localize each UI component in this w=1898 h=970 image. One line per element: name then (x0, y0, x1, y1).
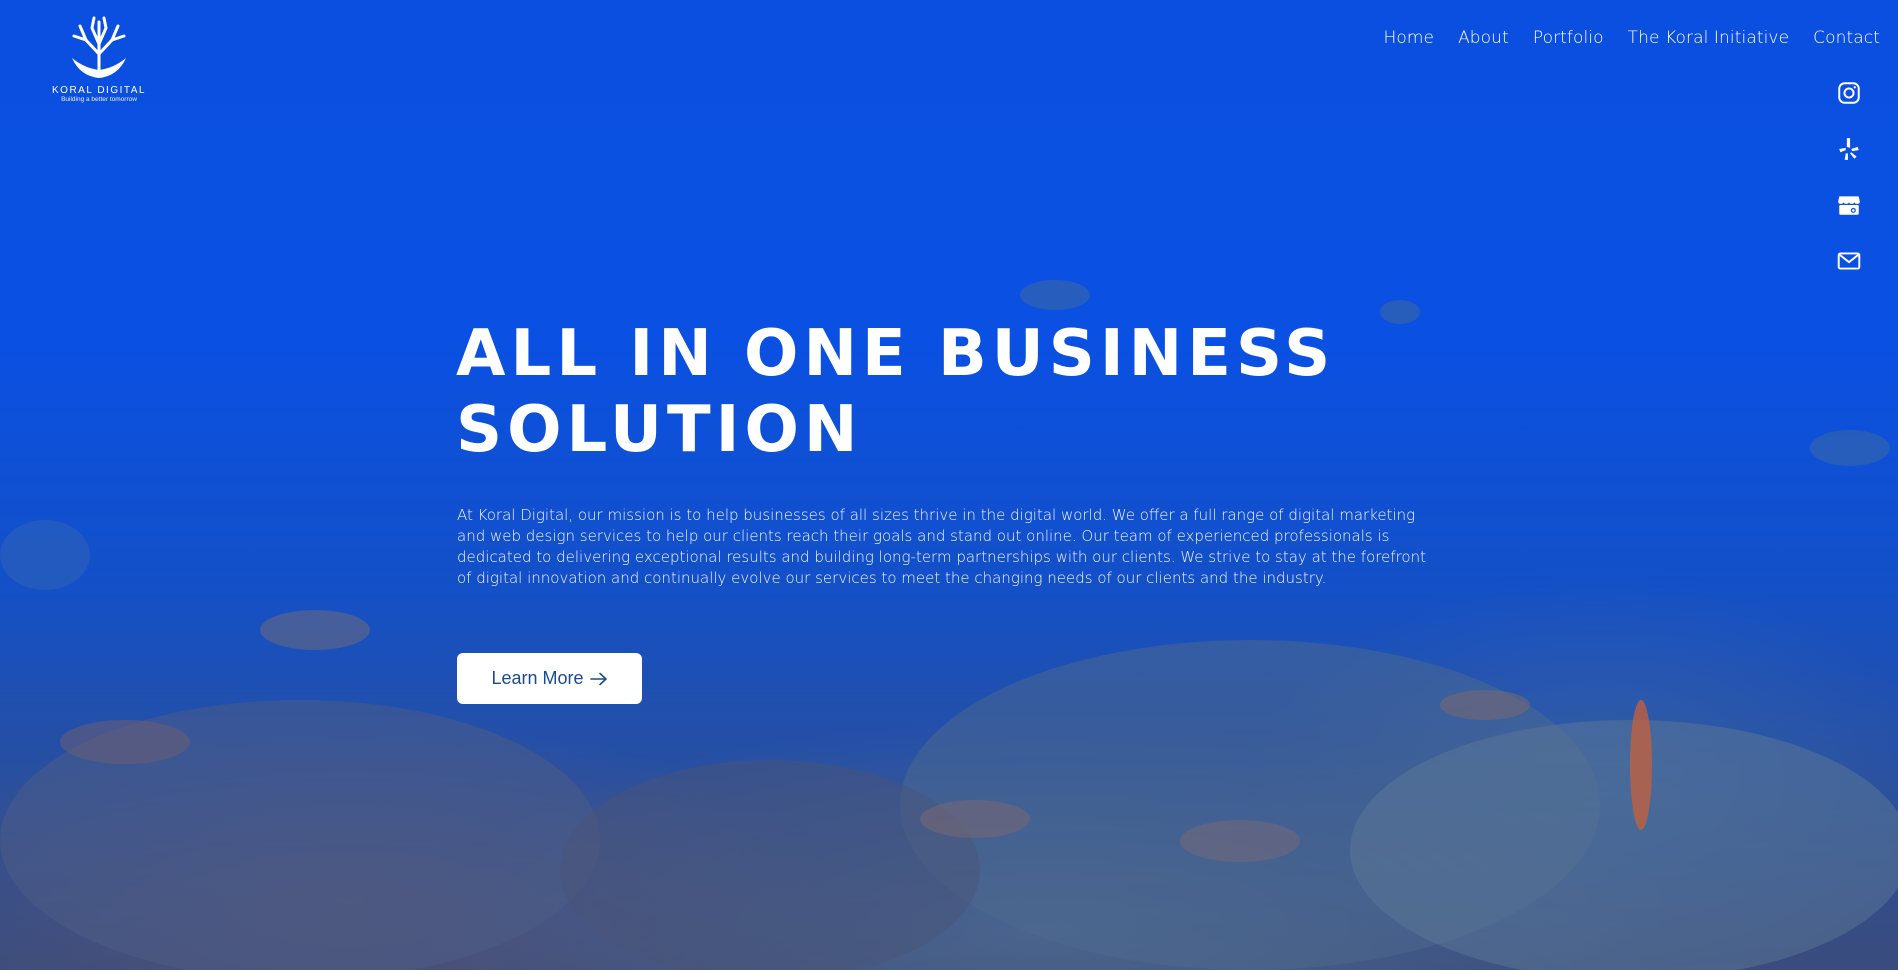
google-business-icon[interactable] (1836, 192, 1862, 218)
nav-portfolio[interactable]: Portfolio (1533, 28, 1604, 48)
brand-logo[interactable]: KORAL DIGITAL Building a better tomorrow (50, 14, 148, 110)
arrow-right-icon (589, 672, 607, 685)
nav-home[interactable]: Home (1383, 28, 1434, 48)
brand-tagline: Building a better tomorrow (61, 96, 137, 103)
hero-description: At Koral Digital, our mission is to help… (457, 506, 1427, 587)
social-links (1836, 80, 1862, 304)
nav-koral-initiative[interactable]: The Koral Initiative (1628, 28, 1789, 48)
learn-more-button[interactable]: Learn More (457, 653, 642, 704)
learn-more-label: Learn More (491, 668, 584, 688)
brand-name: KORAL DIGITAL (52, 85, 146, 96)
hero-title: ALL IN ONE BUSINESS SOLUTION (456, 316, 1356, 468)
nav-about[interactable]: About (1458, 28, 1509, 48)
nav-contact[interactable]: Contact (1813, 28, 1880, 48)
instagram-icon[interactable] (1836, 80, 1862, 106)
main-nav: Home About Portfolio The Koral Initiativ… (1383, 28, 1880, 48)
email-icon[interactable] (1836, 248, 1862, 274)
hero-title-line-2: SOLUTION (456, 393, 863, 467)
hero-section: KORAL DIGITAL Building a better tomorrow… (0, 0, 1898, 970)
hero-title-line-1: ALL IN ONE BUSINESS (456, 317, 1336, 391)
coral-tree-logo-icon (72, 16, 126, 78)
yelp-icon[interactable] (1836, 136, 1862, 162)
